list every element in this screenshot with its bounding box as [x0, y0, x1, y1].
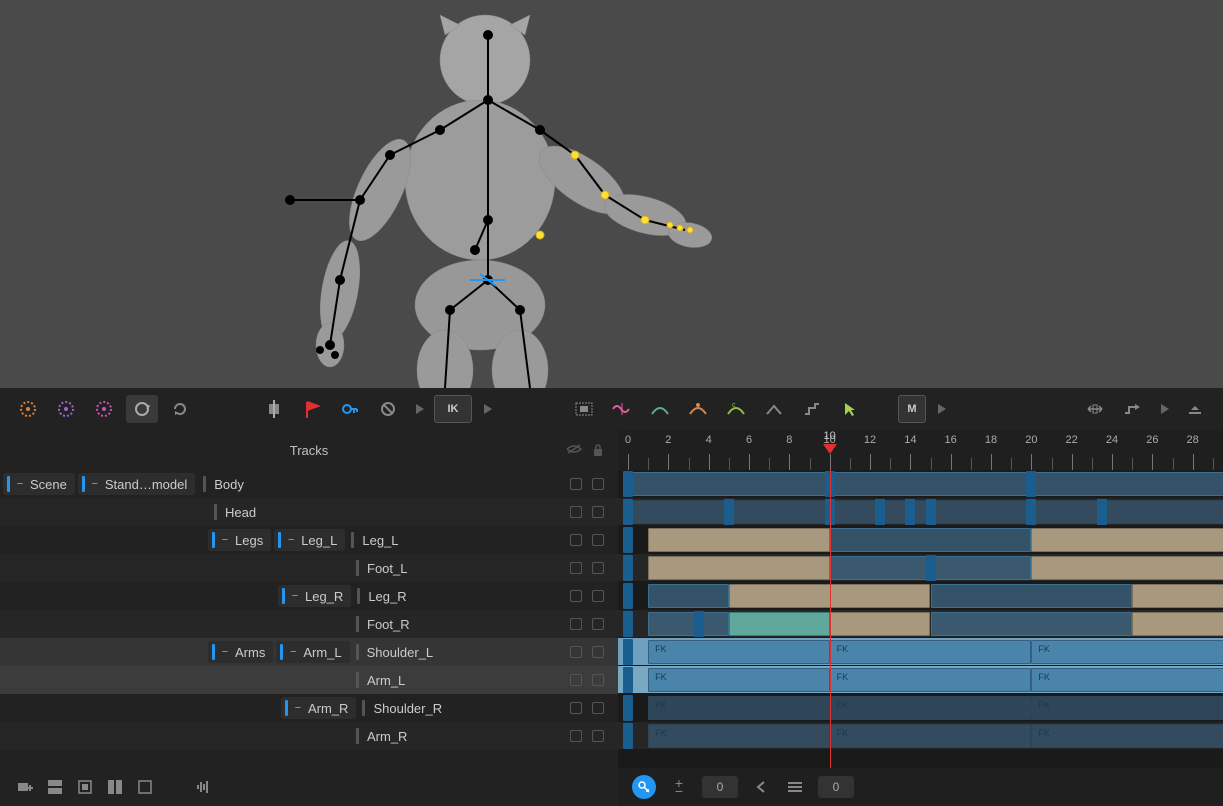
clip[interactable]: FK [648, 696, 830, 720]
clip[interactable]: FK [648, 668, 830, 692]
clip[interactable] [648, 584, 729, 608]
timeline-panel: 02468101214161820222426283010 FKFKFKFKFK… [618, 430, 1223, 806]
tracks-footer [0, 768, 618, 806]
timeline-footer: +− 0 0 [618, 768, 1223, 806]
clip[interactable]: FK [648, 724, 830, 748]
linear-icon[interactable] [758, 395, 790, 423]
layout-2-icon[interactable] [74, 776, 96, 798]
clip[interactable]: FK [830, 668, 1032, 692]
add-track-icon[interactable] [14, 776, 36, 798]
lock-icon[interactable] [592, 443, 604, 457]
timeline-row[interactable]: FKFKFK [618, 694, 1223, 722]
timeline-row[interactable] [618, 554, 1223, 582]
flag-tool-icon[interactable] [296, 395, 328, 423]
play-small-3-icon[interactable] [932, 395, 950, 423]
add-sub-icon[interactable]: +− [668, 776, 690, 798]
curve-3-icon[interactable]: c [720, 395, 752, 423]
step-icon[interactable] [796, 395, 828, 423]
animation-toolbar: IK c M [0, 388, 1223, 430]
character-rig [0, 0, 1223, 388]
disable-tool-icon[interactable] [372, 395, 404, 423]
frame-a[interactable]: 0 [702, 776, 738, 798]
track-row-foot-l[interactable]: Foot_L [0, 554, 618, 582]
wave-icon[interactable] [606, 395, 638, 423]
refresh-tool-icon[interactable] [164, 395, 196, 423]
mask-tool-1-icon[interactable] [12, 395, 44, 423]
mask-tool-2-icon[interactable] [50, 395, 82, 423]
timeline-row[interactable] [618, 470, 1223, 498]
curve-1-icon[interactable] [644, 395, 676, 423]
layout-1-icon[interactable] [44, 776, 66, 798]
clip[interactable]: FK [830, 696, 1032, 720]
marker-tool-icon[interactable] [258, 395, 290, 423]
clip[interactable]: FK [830, 640, 1032, 664]
tracks-tree[interactable]: −Scene −Stand…model Body Head −Legs −Leg… [0, 470, 618, 768]
clip[interactable]: FK [1031, 668, 1223, 692]
curve-2-icon[interactable] [682, 395, 714, 423]
clip[interactable] [1031, 556, 1223, 580]
timeline-rows[interactable]: FKFKFKFKFKFKFKFKFKFKFKFK [618, 470, 1223, 768]
3d-viewport[interactable] [0, 0, 1223, 388]
play-small-2-icon[interactable] [478, 395, 496, 423]
play-small-4-icon[interactable] [1155, 395, 1173, 423]
clip[interactable] [628, 472, 1223, 496]
play-small-icon[interactable] [410, 395, 428, 423]
tracks-header: Tracks [0, 430, 618, 470]
track-row-body[interactable]: −Scene −Stand…model Body [0, 470, 618, 498]
key-tool-icon[interactable] [334, 395, 366, 423]
track-row-leg-l[interactable]: −Legs −Leg_L Leg_L [0, 526, 618, 554]
clip[interactable] [1031, 528, 1223, 552]
tracks-title: Tracks [290, 443, 329, 458]
clip[interactable] [648, 528, 830, 552]
cursor-icon[interactable] [834, 395, 866, 423]
clip[interactable]: FK [1031, 640, 1223, 664]
clip[interactable]: FK [648, 640, 830, 664]
clip[interactable] [648, 612, 729, 636]
clip[interactable]: FK [830, 724, 1032, 748]
clip[interactable] [1132, 612, 1223, 636]
collapse-up-icon[interactable] [1179, 395, 1211, 423]
clip[interactable] [830, 528, 1032, 552]
stretch-h-icon[interactable] [1079, 395, 1111, 423]
clip[interactable] [1132, 584, 1223, 608]
mask-tool-3-icon[interactable] [88, 395, 120, 423]
timeline-row[interactable] [618, 610, 1223, 638]
track-row-head[interactable]: Head [0, 498, 618, 526]
timeline-row[interactable] [618, 582, 1223, 610]
layout-4-icon[interactable] [134, 776, 156, 798]
layout-3-icon[interactable] [104, 776, 126, 798]
clip[interactable] [830, 612, 931, 636]
prev-icon[interactable] [750, 776, 772, 798]
timeline-row[interactable] [618, 526, 1223, 554]
frame-b[interactable]: 0 [818, 776, 854, 798]
clip[interactable] [931, 584, 1133, 608]
track-row-leg-r[interactable]: −Leg_R Leg_R [0, 582, 618, 610]
cycle-tool-icon[interactable] [126, 395, 158, 423]
timeline-row[interactable]: FKFKFK [618, 638, 1223, 666]
timeline-row[interactable] [618, 498, 1223, 526]
selection-rect-icon[interactable] [568, 395, 600, 423]
track-row-shoulder-r[interactable]: −Arm_R Shoulder_R [0, 694, 618, 722]
track-row-shoulder-l[interactable]: −Arms −Arm_L Shoulder_L [0, 638, 618, 666]
clip[interactable] [648, 556, 830, 580]
visibility-icon[interactable] [566, 443, 582, 457]
clip[interactable] [729, 612, 830, 636]
main-panel: Tracks −Scene −Stand…model Body Head [0, 430, 1223, 806]
clip[interactable]: FK [1031, 724, 1223, 748]
timeline-ruler[interactable]: 02468101214161820222426283010 [618, 430, 1223, 470]
clip[interactable] [931, 612, 1133, 636]
clip[interactable]: FK [1031, 696, 1223, 720]
track-row-foot-r[interactable]: Foot_R [0, 610, 618, 638]
track-row-arm-r[interactable]: Arm_R [0, 722, 618, 750]
track-row-arm-l[interactable]: Arm_L [0, 666, 618, 694]
ik-button[interactable]: IK [434, 395, 472, 423]
m-button[interactable]: M [898, 395, 926, 423]
step-next-icon[interactable] [1117, 395, 1149, 423]
audio-icon[interactable] [192, 776, 214, 798]
list-icon[interactable] [784, 776, 806, 798]
timeline-row[interactable]: FKFKFK [618, 722, 1223, 750]
timeline-row[interactable]: FKFKFK [618, 666, 1223, 694]
autokey-button[interactable] [632, 775, 656, 799]
tracks-panel: Tracks −Scene −Stand…model Body Head [0, 430, 618, 806]
